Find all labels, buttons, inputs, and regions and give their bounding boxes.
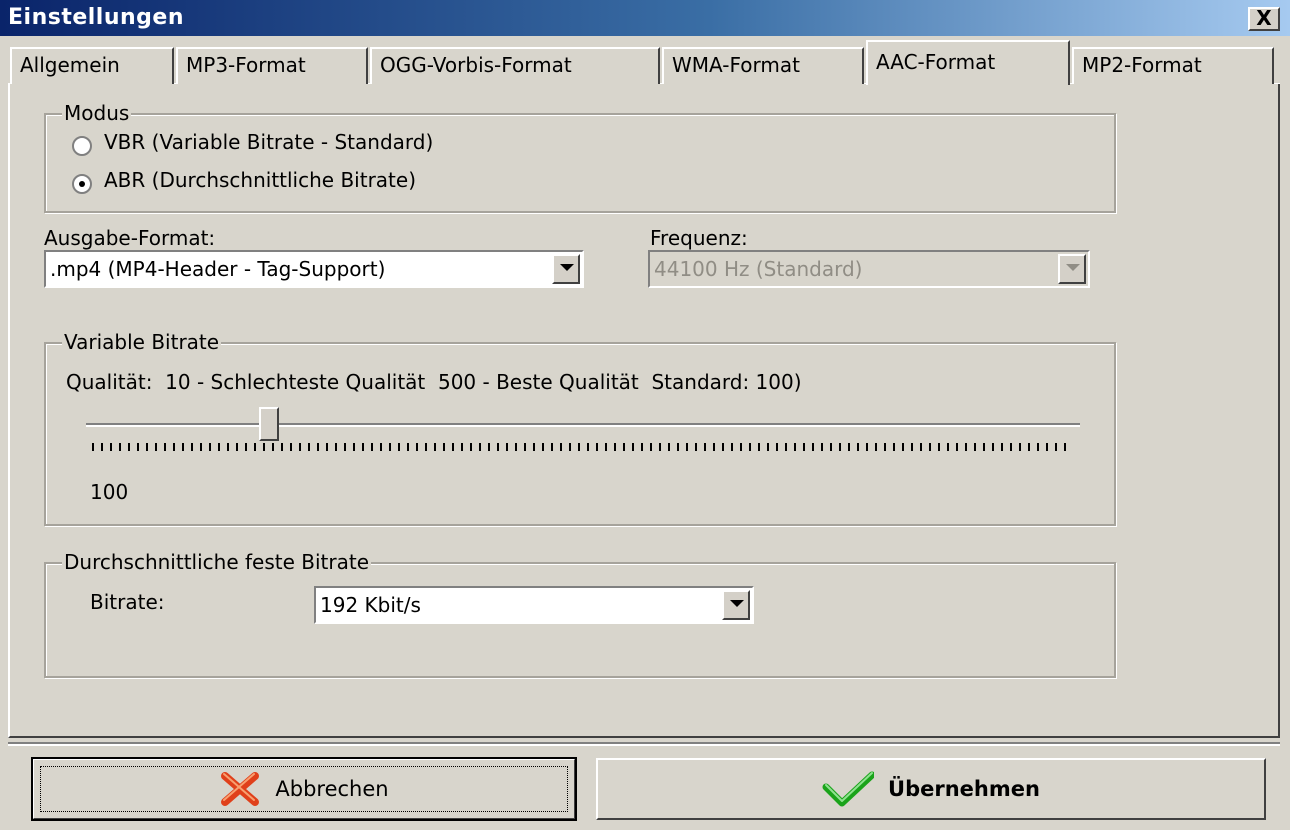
radio-selected-dot [79,181,85,187]
close-button[interactable]: X [1248,7,1280,31]
frequenz-value: 44100 Hz (Standard) [654,257,863,281]
bitrate-value: 192 Kbit/s [320,593,421,617]
ausgabe-format-label: Ausgabe-Format: [44,226,216,250]
title-bar[interactable] [0,0,1290,36]
vbr-radio[interactable] [72,136,92,156]
modus-group [44,113,1116,213]
chevron-down-icon [560,264,574,271]
quality-description: Qualität: 10 - Schlechteste Qualität 500… [66,370,802,394]
focus-rectangle [40,766,568,812]
chevron-down-icon [1066,264,1080,271]
bitrate-dropdown-button[interactable] [722,590,750,620]
apply-button[interactable]: Übernehmen [596,758,1266,820]
quality-value: 100 [90,480,129,504]
tab-wma-format[interactable]: WMA-Format [662,47,864,84]
tab-allgemein[interactable]: Allgemein [10,47,174,84]
abr-radio-label[interactable]: ABR (Durchschnittliche Bitrate) [104,168,416,192]
vbr-radio-label[interactable]: VBR (Variable Bitrate - Standard) [104,130,433,154]
ausgabe-format-select[interactable]: .mp4 (MP4-Header - Tag-Support) [44,250,584,288]
ausgabe-format-value: .mp4 (MP4-Header - Tag-Support) [50,257,386,281]
variable-bitrate-legend: Variable Bitrate [62,330,222,354]
apply-label: Übernehmen [888,777,1040,801]
quality-slider-track[interactable] [86,423,1080,427]
tab-aac-format[interactable]: AAC-Format [866,40,1070,85]
tab-ogg-vorbis-format[interactable]: OGG-Vorbis-Format [370,47,660,84]
abr-legend: Durchschnittliche feste Bitrate [62,550,371,574]
chevron-down-icon [730,600,744,607]
green-check-icon [822,771,875,807]
bottom-separator [8,742,1280,746]
tab-mp3-format[interactable]: MP3-Format [176,47,368,84]
frequenz-select[interactable]: 44100 Hz (Standard) [648,250,1090,288]
abr-radio[interactable] [72,174,92,194]
cancel-button[interactable]: Abbrechen [31,757,577,821]
bitrate-label: Bitrate: [90,590,165,614]
modus-legend: Modus [62,101,132,125]
frequenz-dropdown-button[interactable] [1058,254,1086,284]
bitrate-select[interactable]: 192 Kbit/s [314,586,754,624]
quality-slider-ticks [92,443,1072,451]
frequenz-label: Frequenz: [650,226,748,250]
window-title: Einstellungen [8,5,185,30]
ausgabe-dropdown-button[interactable] [552,254,580,284]
quality-slider-thumb[interactable] [258,407,279,441]
tab-mp2-format[interactable]: MP2-Format [1072,47,1274,84]
